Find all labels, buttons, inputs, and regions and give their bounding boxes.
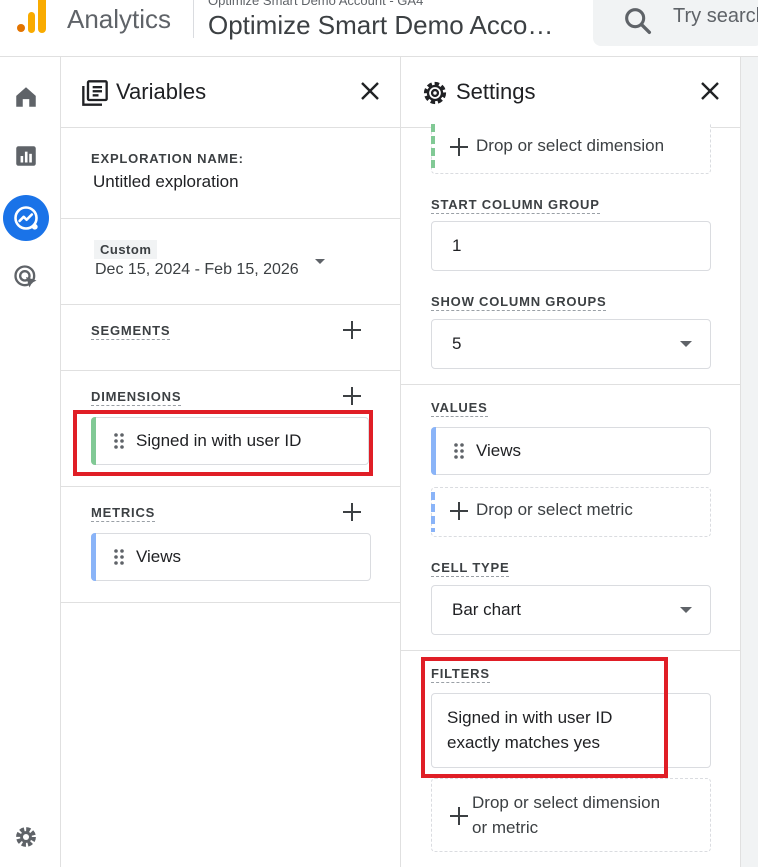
dimension-stripe xyxy=(431,124,435,168)
explore-icon xyxy=(14,206,38,230)
cell-type-select[interactable]: Bar chart xyxy=(431,585,711,635)
dimension-highlight-annotation xyxy=(73,410,373,476)
reports-icon xyxy=(16,146,36,166)
add-dimension-icon[interactable] xyxy=(342,386,362,406)
close-variables-icon[interactable] xyxy=(358,79,382,103)
metric-chip[interactable]: Views xyxy=(91,533,371,581)
drop-dimension-text: Drop or select dimension xyxy=(476,136,665,155)
home-icon xyxy=(16,87,36,107)
nav-explore[interactable] xyxy=(3,195,49,241)
divider xyxy=(61,370,400,371)
start-column-group-value: 1 xyxy=(452,236,462,255)
account-selector[interactable]: Optimize Smart Demo Acco… xyxy=(208,10,553,41)
values-label: VALUES xyxy=(431,400,488,417)
add-metric-icon[interactable] xyxy=(342,502,362,522)
plus-icon xyxy=(450,502,468,520)
top-app-bar: Analytics Optimize Smart Demo Account - … xyxy=(0,0,758,57)
date-preset-badge: Custom xyxy=(94,240,158,259)
value-metric-name: Views xyxy=(476,441,522,460)
cell-type-value: Bar chart xyxy=(452,600,521,619)
drag-handle-icon[interactable] xyxy=(454,443,464,459)
exploration-name-label: EXPLORATION NAME: xyxy=(91,151,244,166)
drop-metric-text: Drop or select metric xyxy=(476,500,633,519)
divider xyxy=(61,218,400,219)
scrollbar-track[interactable] xyxy=(741,57,758,867)
settings-title: Settings xyxy=(456,79,536,104)
add-segment-icon[interactable] xyxy=(342,320,362,340)
segments-label: SEGMENTS xyxy=(91,323,171,340)
app-name: Analytics xyxy=(67,4,172,34)
plus-icon xyxy=(450,807,468,825)
chevron-down-icon xyxy=(680,607,692,613)
advertising-icon xyxy=(14,265,37,288)
nav-reports[interactable] xyxy=(3,133,49,179)
settings-header: Settings xyxy=(401,57,740,128)
analytics-logo[interactable] xyxy=(8,0,46,36)
close-settings-icon[interactable] xyxy=(698,79,722,103)
drop-metric-zone[interactable]: Drop or select metric xyxy=(431,487,711,537)
left-nav-rail xyxy=(0,57,61,867)
show-column-groups-select[interactable]: 5 xyxy=(431,319,711,369)
date-range-picker[interactable]: Dec 15, 2024 - Feb 15, 2026 xyxy=(95,261,299,279)
drop-filter-text-line-1: Drop or select dimension xyxy=(472,793,661,812)
value-metric-chip[interactable]: Views xyxy=(431,427,711,475)
filter-highlight-annotation xyxy=(421,657,668,778)
cell-type-label: CELL TYPE xyxy=(431,560,510,577)
variables-panel: Variables EXPLORATION NAME: Untitled exp… xyxy=(61,57,401,867)
chevron-down-icon xyxy=(680,341,692,347)
drop-filter-text-line-2: or metric xyxy=(472,818,539,837)
settings-gear-icon xyxy=(16,827,36,847)
metric-name: Views xyxy=(136,547,182,566)
dimensions-label: DIMENSIONS xyxy=(91,389,182,406)
nav-admin[interactable] xyxy=(3,814,49,860)
drop-filter-zone[interactable]: Drop or select dimension or metric xyxy=(431,778,711,852)
nav-advertising[interactable] xyxy=(3,254,49,300)
drop-dimension-zone[interactable]: Drop or select dimension xyxy=(431,124,711,174)
variables-header: Variables xyxy=(61,57,400,128)
divider xyxy=(401,384,740,385)
metric-color-bar xyxy=(91,533,96,581)
search-placeholder: Try search xyxy=(673,5,758,27)
divider xyxy=(61,304,400,305)
search-icon xyxy=(625,8,652,35)
plus-icon xyxy=(450,138,468,156)
header-divider xyxy=(193,0,194,38)
show-column-groups-value: 5 xyxy=(452,334,462,353)
divider xyxy=(61,602,400,603)
divider xyxy=(401,650,740,651)
start-column-group-label: START COLUMN GROUP xyxy=(431,197,600,214)
search-bar[interactable]: Try search xyxy=(593,0,758,46)
metrics-label: METRICS xyxy=(91,505,156,522)
variables-title: Variables xyxy=(116,79,207,104)
settings-gear-icon xyxy=(423,81,447,105)
divider xyxy=(61,486,400,487)
metric-color-bar xyxy=(431,427,436,475)
show-column-groups-label: SHOW COLUMN GROUPS xyxy=(431,294,607,311)
nav-home[interactable] xyxy=(3,74,49,120)
settings-panel: Settings Drop or select dimension START … xyxy=(401,57,741,867)
date-dropdown-caret-icon[interactable] xyxy=(315,259,325,264)
start-column-group-input[interactable]: 1 xyxy=(431,221,711,271)
variables-list-icon xyxy=(82,80,108,106)
metric-stripe xyxy=(431,492,435,532)
drag-handle-icon[interactable] xyxy=(114,549,124,565)
exploration-name-input[interactable]: Untitled exploration xyxy=(93,172,239,192)
account-path[interactable]: Optimize Smart Demo Account - GA4 xyxy=(208,0,423,8)
